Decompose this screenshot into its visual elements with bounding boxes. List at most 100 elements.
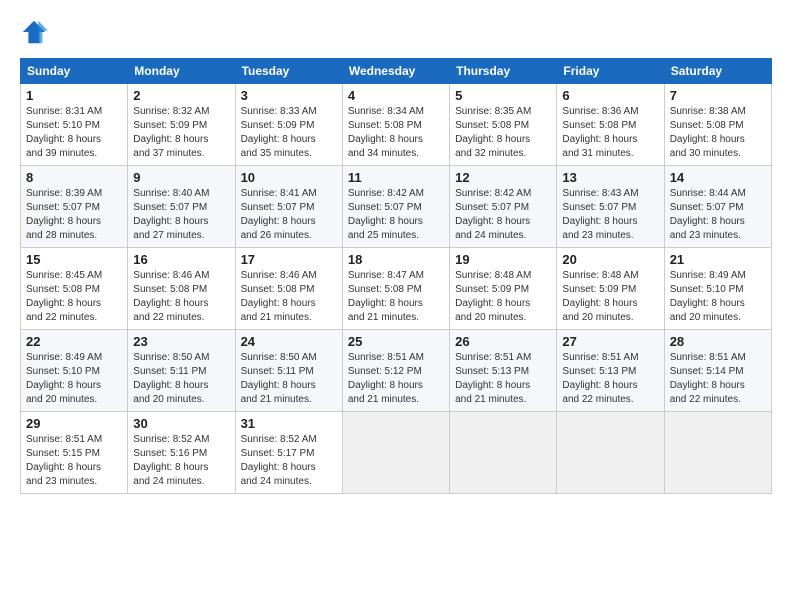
logo — [20, 18, 50, 46]
day-info: Sunrise: 8:49 AMSunset: 5:10 PMDaylight:… — [670, 269, 766, 325]
calendar-week-row: 1 Sunrise: 8:31 AMSunset: 5:10 PMDaylight… — [21, 84, 772, 166]
day-number: 14 — [670, 170, 766, 185]
day-of-week-header: Wednesday — [342, 59, 449, 84]
calendar-day-cell: 5 Sunrise: 8:35 AMSunset: 5:08 PMDaylight… — [450, 84, 557, 166]
day-info: Sunrise: 8:48 AMSunset: 5:09 PMDaylight:… — [455, 269, 551, 325]
calendar-week-row: 22 Sunrise: 8:49 AMSunset: 5:10 PMDayligh… — [21, 330, 772, 412]
calendar-day-cell: 14Sunrise: 8:44 AMSunset: 5:07 PMDayligh… — [664, 166, 771, 248]
day-info: Sunrise: 8:50 AMSunset: 5:11 PMDaylight:… — [241, 351, 337, 407]
calendar-day-cell: 10 Sunrise: 8:41 AMSunset: 5:07 PMDayligh… — [235, 166, 342, 248]
day-number: 20 — [562, 252, 658, 267]
day-number: 4 — [348, 88, 444, 103]
calendar-empty-cell — [557, 412, 664, 494]
day-info: Sunrise: 8:51 AMSunset: 5:13 PMDaylight:… — [562, 351, 658, 407]
day-info: Sunrise: 8:52 AMSunset: 5:16 PMDaylight:… — [133, 433, 229, 489]
day-number: 13 — [562, 170, 658, 185]
calendar-day-cell: 23 Sunrise: 8:50 AMSunset: 5:11 PMDayligh… — [128, 330, 235, 412]
day-number: 16 — [133, 252, 229, 267]
day-of-week-header: Friday — [557, 59, 664, 84]
day-info: Sunrise: 8:38 AMSunset: 5:08 PMDaylight:… — [670, 105, 766, 161]
day-number: 30 — [133, 416, 229, 431]
calendar-empty-cell — [342, 412, 449, 494]
calendar-empty-cell — [664, 412, 771, 494]
day-number: 22 — [26, 334, 122, 349]
day-number: 23 — [133, 334, 229, 349]
day-number: 19 — [455, 252, 551, 267]
day-info: Sunrise: 8:50 AMSunset: 5:11 PMDaylight:… — [133, 351, 229, 407]
day-number: 5 — [455, 88, 551, 103]
calendar-day-cell: 11 Sunrise: 8:42 AMSunset: 5:07 PMDayligh… — [342, 166, 449, 248]
calendar-day-cell: 2 Sunrise: 8:32 AMSunset: 5:09 PMDaylight… — [128, 84, 235, 166]
day-info: Sunrise: 8:51 AMSunset: 5:13 PMDaylight:… — [455, 351, 551, 407]
day-number: 8 — [26, 170, 122, 185]
day-number: 18 — [348, 252, 444, 267]
day-number: 2 — [133, 88, 229, 103]
day-number: 6 — [562, 88, 658, 103]
calendar-day-cell: 28 Sunrise: 8:51 AMSunset: 5:14 PMDayligh… — [664, 330, 771, 412]
calendar-day-cell: 22 Sunrise: 8:49 AMSunset: 5:10 PMDayligh… — [21, 330, 128, 412]
day-info: Sunrise: 8:46 AMSunset: 5:08 PMDaylight:… — [241, 269, 337, 325]
header — [20, 18, 772, 46]
calendar-day-cell: 18 Sunrise: 8:47 AMSunset: 5:08 PMDayligh… — [342, 248, 449, 330]
day-info: Sunrise: 8:47 AMSunset: 5:08 PMDaylight:… — [348, 269, 444, 325]
day-number: 1 — [26, 88, 122, 103]
calendar-day-cell: 21 Sunrise: 8:49 AMSunset: 5:10 PMDayligh… — [664, 248, 771, 330]
day-info: Sunrise: 8:32 AMSunset: 5:09 PMDaylight:… — [133, 105, 229, 161]
day-number: 21 — [670, 252, 766, 267]
day-number: 28 — [670, 334, 766, 349]
day-number: 24 — [241, 334, 337, 349]
day-info: Sunrise: 8:46 AMSunset: 5:08 PMDaylight:… — [133, 269, 229, 325]
days-of-week-header: SundayMondayTuesdayWednesdayThursdayFrid… — [21, 59, 772, 84]
day-info: Sunrise: 8:51 AMSunset: 5:12 PMDaylight:… — [348, 351, 444, 407]
day-info: Sunrise: 8:41 AMSunset: 5:07 PMDaylight:… — [241, 187, 337, 243]
calendar-day-cell: 4 Sunrise: 8:34 AMSunset: 5:08 PMDaylight… — [342, 84, 449, 166]
day-info: Sunrise: 8:42 AMSunset: 5:07 PMDaylight:… — [348, 187, 444, 243]
logo-icon — [20, 18, 48, 46]
day-info: Sunrise: 8:40 AMSunset: 5:07 PMDaylight:… — [133, 187, 229, 243]
calendar-day-cell: 19 Sunrise: 8:48 AMSunset: 5:09 PMDayligh… — [450, 248, 557, 330]
day-number: 10 — [241, 170, 337, 185]
day-of-week-header: Monday — [128, 59, 235, 84]
day-number: 7 — [670, 88, 766, 103]
day-info: Sunrise: 8:51 AMSunset: 5:15 PMDaylight:… — [26, 433, 122, 489]
calendar-week-row: 15Sunrise: 8:45 AMSunset: 5:08 PMDayligh… — [21, 248, 772, 330]
calendar-day-cell: 3Sunrise: 8:33 AMSunset: 5:09 PMDaylight… — [235, 84, 342, 166]
day-of-week-header: Tuesday — [235, 59, 342, 84]
day-info: Sunrise: 8:45 AMSunset: 5:08 PMDaylight:… — [26, 269, 122, 325]
day-number: 29 — [26, 416, 122, 431]
day-info: Sunrise: 8:31 AMSunset: 5:10 PMDaylight:… — [26, 105, 122, 161]
day-info: Sunrise: 8:52 AMSunset: 5:17 PMDaylight:… — [241, 433, 337, 489]
calendar-day-cell: 12Sunrise: 8:42 AMSunset: 5:07 PMDayligh… — [450, 166, 557, 248]
day-of-week-header: Sunday — [21, 59, 128, 84]
day-number: 11 — [348, 170, 444, 185]
day-info: Sunrise: 8:35 AMSunset: 5:08 PMDaylight:… — [455, 105, 551, 161]
calendar-day-cell: 16 Sunrise: 8:46 AMSunset: 5:08 PMDayligh… — [128, 248, 235, 330]
calendar-day-cell: 20 Sunrise: 8:48 AMSunset: 5:09 PMDayligh… — [557, 248, 664, 330]
day-info: Sunrise: 8:51 AMSunset: 5:14 PMDaylight:… — [670, 351, 766, 407]
day-info: Sunrise: 8:49 AMSunset: 5:10 PMDaylight:… — [26, 351, 122, 407]
calendar-day-cell: 29 Sunrise: 8:51 AMSunset: 5:15 PMDayligh… — [21, 412, 128, 494]
calendar-week-row: 29 Sunrise: 8:51 AMSunset: 5:15 PMDayligh… — [21, 412, 772, 494]
calendar-week-row: 8 Sunrise: 8:39 AMSunset: 5:07 PMDaylight… — [21, 166, 772, 248]
day-number: 25 — [348, 334, 444, 349]
calendar-day-cell: 13Sunrise: 8:43 AMSunset: 5:07 PMDayligh… — [557, 166, 664, 248]
day-number: 26 — [455, 334, 551, 349]
page: SundayMondayTuesdayWednesdayThursdayFrid… — [0, 0, 792, 504]
calendar-day-cell: 15Sunrise: 8:45 AMSunset: 5:08 PMDayligh… — [21, 248, 128, 330]
day-info: Sunrise: 8:39 AMSunset: 5:07 PMDaylight:… — [26, 187, 122, 243]
day-info: Sunrise: 8:36 AMSunset: 5:08 PMDaylight:… — [562, 105, 658, 161]
day-number: 3 — [241, 88, 337, 103]
calendar-body: 1 Sunrise: 8:31 AMSunset: 5:10 PMDaylight… — [21, 84, 772, 494]
calendar-day-cell: 8 Sunrise: 8:39 AMSunset: 5:07 PMDaylight… — [21, 166, 128, 248]
calendar-day-cell: 24 Sunrise: 8:50 AMSunset: 5:11 PMDayligh… — [235, 330, 342, 412]
calendar-day-cell: 17 Sunrise: 8:46 AMSunset: 5:08 PMDayligh… — [235, 248, 342, 330]
day-info: Sunrise: 8:48 AMSunset: 5:09 PMDaylight:… — [562, 269, 658, 325]
calendar-day-cell: 7 Sunrise: 8:38 AMSunset: 5:08 PMDaylight… — [664, 84, 771, 166]
day-info: Sunrise: 8:34 AMSunset: 5:08 PMDaylight:… — [348, 105, 444, 161]
day-number: 12 — [455, 170, 551, 185]
day-number: 17 — [241, 252, 337, 267]
day-number: 31 — [241, 416, 337, 431]
calendar-day-cell: 6 Sunrise: 8:36 AMSunset: 5:08 PMDaylight… — [557, 84, 664, 166]
calendar-day-cell: 25 Sunrise: 8:51 AMSunset: 5:12 PMDayligh… — [342, 330, 449, 412]
calendar-table: SundayMondayTuesdayWednesdayThursdayFrid… — [20, 58, 772, 494]
